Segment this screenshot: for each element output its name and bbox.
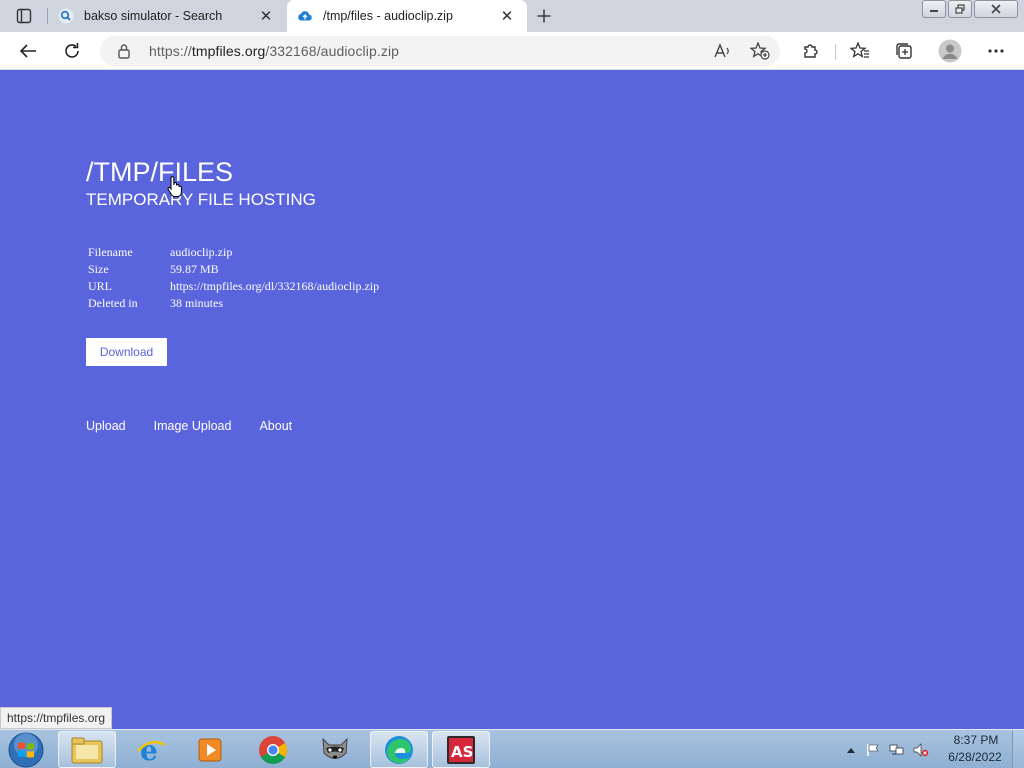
- collections-icon: [896, 43, 912, 59]
- show-desktop-button[interactable]: [1012, 730, 1024, 768]
- close-window-button[interactable]: [974, 0, 1018, 18]
- favorites-star-icon: [850, 42, 869, 58]
- filename-value: audioclip.zip: [170, 245, 233, 259]
- microsoft-edge-icon: [385, 735, 413, 764]
- table-row: Size 59.87 MB: [86, 261, 381, 278]
- taskbar-adobe-as-app[interactable]: AS: [432, 731, 490, 768]
- restore-button[interactable]: [948, 0, 972, 18]
- close-icon[interactable]: ✕: [497, 6, 517, 26]
- image-upload-link[interactable]: Image Upload: [154, 419, 232, 433]
- plus-icon: [537, 9, 551, 23]
- taskbar-google-chrome[interactable]: [244, 731, 302, 768]
- svg-text:AS: AS: [451, 743, 473, 761]
- download-button[interactable]: Download: [86, 338, 167, 366]
- taskbar-media-player[interactable]: [182, 731, 240, 768]
- google-chrome-icon: [259, 735, 287, 764]
- toolbar-separator: [835, 44, 836, 60]
- url-scheme: https://: [149, 43, 192, 59]
- raccoon-icon: [322, 737, 348, 759]
- tab-actions-button[interactable]: [8, 6, 40, 26]
- new-tab-button[interactable]: [532, 5, 556, 27]
- profile-button[interactable]: [936, 37, 964, 65]
- windows-start-icon: [8, 732, 44, 767]
- url-host: tmpfiles.org: [191, 43, 266, 59]
- table-row: Filename audioclip.zip: [86, 244, 381, 261]
- browser-toolbar: https://tmpfiles.org/332168/audioclip.zi…: [0, 32, 1024, 70]
- taskbar: e AS 8:37 PM 6/28/2022: [0, 729, 1024, 768]
- site-subtitle: TEMPORARY FILE HOSTING: [86, 190, 316, 209]
- folder-icon: [71, 737, 103, 763]
- url-path: /332168/audioclip.zip: [265, 43, 400, 59]
- adobe-as-icon: AS: [447, 735, 475, 764]
- deleted-in-value: 38 minutes: [170, 296, 223, 310]
- close-icon: [991, 4, 1001, 14]
- tab-tmpfiles[interactable]: /tmp/files - audioclip.zip ✕: [287, 0, 527, 32]
- favorites-button[interactable]: [846, 37, 874, 65]
- more-menu-button[interactable]: [982, 37, 1010, 65]
- filename-label: Filename: [88, 245, 133, 259]
- table-row: URL https://tmpfiles.org/dl/332168/audio…: [86, 278, 381, 295]
- extensions-button[interactable]: [797, 37, 825, 65]
- media-player-icon: [198, 738, 222, 761]
- more-dots-icon: [988, 49, 1004, 53]
- minimize-icon: [930, 10, 938, 12]
- back-button[interactable]: [14, 37, 42, 65]
- volume-muted-icon[interactable]: [913, 742, 929, 758]
- size-value: 59.87 MB: [170, 262, 219, 276]
- window-controls: [922, 0, 1018, 18]
- avatar: [938, 39, 962, 63]
- internet-explorer-icon: e: [137, 735, 166, 765]
- url-label: URL: [88, 279, 112, 293]
- status-tooltip: https://tmpfiles.org: [0, 707, 113, 729]
- taskbar-internet-explorer[interactable]: e: [122, 731, 180, 768]
- address-bar[interactable]: https://tmpfiles.org/332168/audioclip.zi…: [100, 36, 780, 66]
- about-link[interactable]: About: [259, 419, 292, 433]
- hand-cursor-icon: [167, 176, 182, 197]
- tab-title: /tmp/files - audioclip.zip: [323, 9, 453, 23]
- tab-bar: bakso simulator - Search ✕ /tmp/files - …: [0, 0, 1024, 32]
- tab-actions-icon: [16, 8, 32, 24]
- refresh-icon: [65, 43, 79, 58]
- minimize-button[interactable]: [922, 0, 946, 18]
- cloud-upload-icon: [297, 8, 313, 24]
- web-page: /TMP/FILES TEMPORARY FILE HOSTING Filena…: [0, 71, 1024, 729]
- taskbar-raccoon-app[interactable]: [306, 731, 364, 768]
- refresh-button[interactable]: [58, 37, 86, 65]
- search-icon: [58, 8, 74, 24]
- upload-link[interactable]: Upload: [86, 419, 126, 433]
- clock-date[interactable]: 6/28/2022: [943, 750, 1007, 764]
- url-value: https://tmpfiles.org/dl/332168/audioclip…: [170, 279, 380, 293]
- taskbar-windows-explorer[interactable]: [58, 731, 116, 768]
- start-button[interactable]: [4, 731, 48, 768]
- action-center-flag-icon[interactable]: [865, 742, 881, 758]
- puzzle-icon: [804, 44, 818, 58]
- restore-icon: [955, 4, 965, 14]
- taskbar-microsoft-edge[interactable]: [370, 731, 428, 768]
- tab-title: bakso simulator - Search: [84, 9, 223, 23]
- back-arrow-icon: [19, 44, 36, 58]
- close-icon[interactable]: ✕: [256, 6, 276, 26]
- read-aloud-icon[interactable]: [713, 41, 733, 61]
- url-text[interactable]: https://tmpfiles.org/332168/audioclip.zi…: [149, 43, 399, 59]
- tab-bakso-search[interactable]: bakso simulator - Search ✕: [48, 0, 286, 32]
- size-label: Size: [88, 262, 109, 276]
- table-row: Deleted in 38 minutes: [86, 295, 381, 312]
- site-title[interactable]: /TMP/FILES: [86, 157, 233, 188]
- footer-nav: Upload Image Upload About: [86, 419, 320, 433]
- add-favorite-icon[interactable]: [750, 41, 770, 61]
- svg-text:e: e: [140, 735, 158, 765]
- network-icon[interactable]: [889, 742, 905, 758]
- collections-button[interactable]: [890, 37, 918, 65]
- clock-time[interactable]: 8:37 PM: [948, 733, 1004, 747]
- deleted-in-label: Deleted in: [88, 296, 138, 310]
- file-info-table: Filename audioclip.zip Size 59.87 MB URL…: [86, 244, 381, 312]
- lock-icon[interactable]: [117, 43, 131, 64]
- show-hidden-icons-icon[interactable]: [843, 742, 859, 758]
